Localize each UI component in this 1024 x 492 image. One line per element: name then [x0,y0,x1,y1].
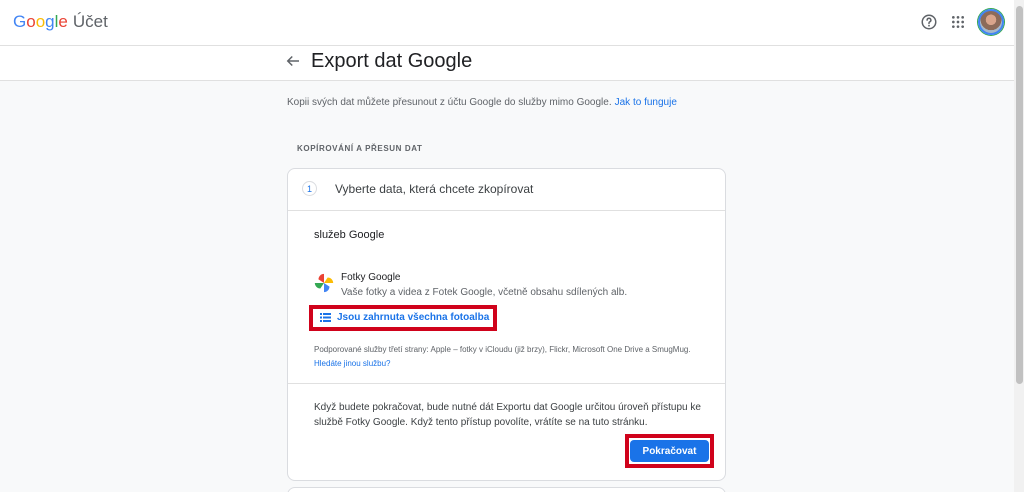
continue-button[interactable]: Pokračovat [630,440,709,462]
scrollbar-thumb[interactable] [1016,6,1023,384]
google-account-logo[interactable]: Google Účet [13,12,108,32]
page-header-bar [0,46,1014,81]
page-title: Export dat Google [311,50,473,72]
wordmark-letter: e [58,12,68,31]
find-other-service-link[interactable]: Hledáte jinou službu? [314,359,391,368]
account-avatar[interactable] [978,9,1004,35]
google-photos-icon [313,272,335,294]
services-heading: služeb Google [314,229,385,241]
intro-description: Kopii svých dat můžete přesunout z účtu … [287,97,612,108]
service-name: Fotky Google [341,272,401,283]
step-title: Vyberte data, která chcete zkopírovat [335,182,534,196]
next-step-card [287,487,726,492]
intro-text: Kopii svých dat můžete přesunout z účtu … [287,97,677,108]
back-arrow-icon[interactable] [284,52,302,70]
step-number-badge: 1 [302,181,317,196]
product-name: Účet [72,12,108,31]
wordmark-letter: g [45,12,55,31]
third-party-info: Podporované služby třetí strany: Apple –… [314,343,704,371]
card-divider [288,383,725,384]
help-icon[interactable] [919,12,939,32]
apps-grid-icon[interactable] [948,12,968,32]
service-description: Vaše fotky a videa z Fotek Google, včetn… [341,287,628,298]
section-label: KOPÍROVÁNÍ A PŘESUN DAT [297,144,423,153]
how-it-works-link[interactable]: Jak to funguje [615,97,677,108]
third-party-text: Podporované služby třetí strany: Apple –… [314,345,691,354]
wordmark-letter: G [13,12,27,31]
list-icon [320,313,331,322]
access-note: Když budete pokračovat, bude nutné dát E… [314,402,701,428]
card-divider [288,210,725,211]
top-app-bar [0,0,1014,46]
google-wordmark: Google [13,12,68,32]
albums-link[interactable]: Jsou zahrnuta všechna fotoalba [320,312,489,323]
wordmark-letter: o [26,12,36,31]
albums-link-label: Jsou zahrnuta všechna fotoalba [337,312,490,323]
wordmark-letter: o [35,12,46,31]
